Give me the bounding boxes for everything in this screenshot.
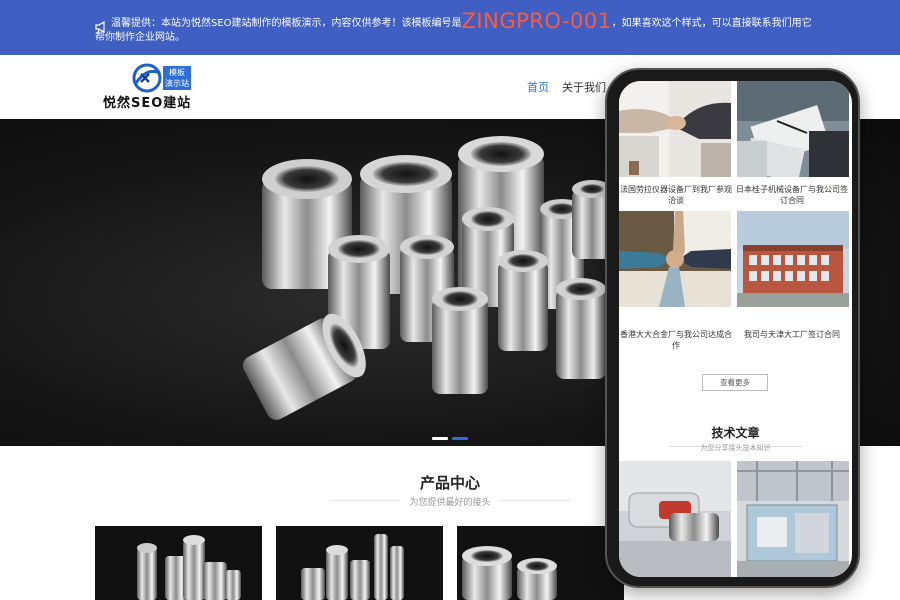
notice-text-before: 温馨提供：本站为悦然SEO建站制作的模板演示，内容仅供参考！该模板编号是 bbox=[111, 18, 462, 29]
notice-bar: 温馨提供：本站为悦然SEO建站制作的模板演示，内容仅供参考！该模板编号是ZING… bbox=[0, 0, 900, 55]
page: 温馨提供：本站为悦然SEO建站制作的模板演示，内容仅供参考！该模板编号是ZING… bbox=[0, 0, 900, 600]
logo-icon[interactable] bbox=[132, 63, 162, 93]
case-caption[interactable]: 法国劳拉仪器设备厂到我厂参观洽谈 bbox=[619, 184, 733, 206]
case-image[interactable] bbox=[737, 81, 849, 177]
logo-name[interactable]: 悦然SEO建站 bbox=[103, 92, 191, 111]
product-card[interactable] bbox=[276, 526, 443, 600]
articles-subtitle: 为您分享接头技术知识 bbox=[700, 444, 771, 452]
articles-title: 技术文章 bbox=[711, 426, 760, 440]
phone-screen: 法国劳拉仪器设备厂到我厂参观洽谈 日本桂子机械设备厂与我公司签订合同 香港大大合… bbox=[619, 81, 852, 577]
article-image[interactable] bbox=[619, 461, 731, 577]
case-caption[interactable]: 我司与天津大工厂签订合同 bbox=[735, 329, 849, 340]
product-image bbox=[137, 535, 241, 600]
template-code: ZINGPRO-001 bbox=[461, 9, 612, 33]
nav-item-home[interactable]: 首页 bbox=[527, 79, 549, 95]
product-image bbox=[462, 546, 557, 600]
case-caption[interactable]: 日本桂子机械设备厂与我公司签订合同 bbox=[735, 184, 849, 206]
case-image[interactable] bbox=[619, 211, 731, 307]
article-image[interactable] bbox=[737, 461, 849, 577]
product-card[interactable] bbox=[457, 526, 624, 600]
main-nav: 首页 关于我们 bbox=[527, 79, 606, 95]
product-card[interactable] bbox=[95, 526, 262, 600]
logo-badge: 模板 演示站 bbox=[163, 66, 191, 90]
slide-dot-1[interactable] bbox=[432, 437, 448, 440]
case-image[interactable] bbox=[737, 211, 849, 307]
logo-badge-line2: 演示站 bbox=[165, 79, 189, 88]
case-image[interactable] bbox=[619, 81, 731, 177]
view-more-button[interactable]: 查看更多 bbox=[702, 374, 768, 391]
nav-item-about[interactable]: 关于我们 bbox=[562, 79, 606, 95]
slide-dot-2[interactable] bbox=[452, 437, 468, 440]
case-caption[interactable]: 香港大大合金厂与我公司达成合作 bbox=[619, 329, 733, 351]
notice-text: 温馨提供：本站为悦然SEO建站制作的模板演示，内容仅供参考！该模板编号是ZING… bbox=[95, 11, 815, 45]
phone-mockup: 法国劳拉仪器设备厂到我厂参观洽谈 日本桂子机械设备厂与我公司签订合同 香港大大合… bbox=[605, 68, 860, 588]
product-image bbox=[301, 534, 404, 600]
logo-badge-line1: 模板 bbox=[169, 68, 185, 77]
